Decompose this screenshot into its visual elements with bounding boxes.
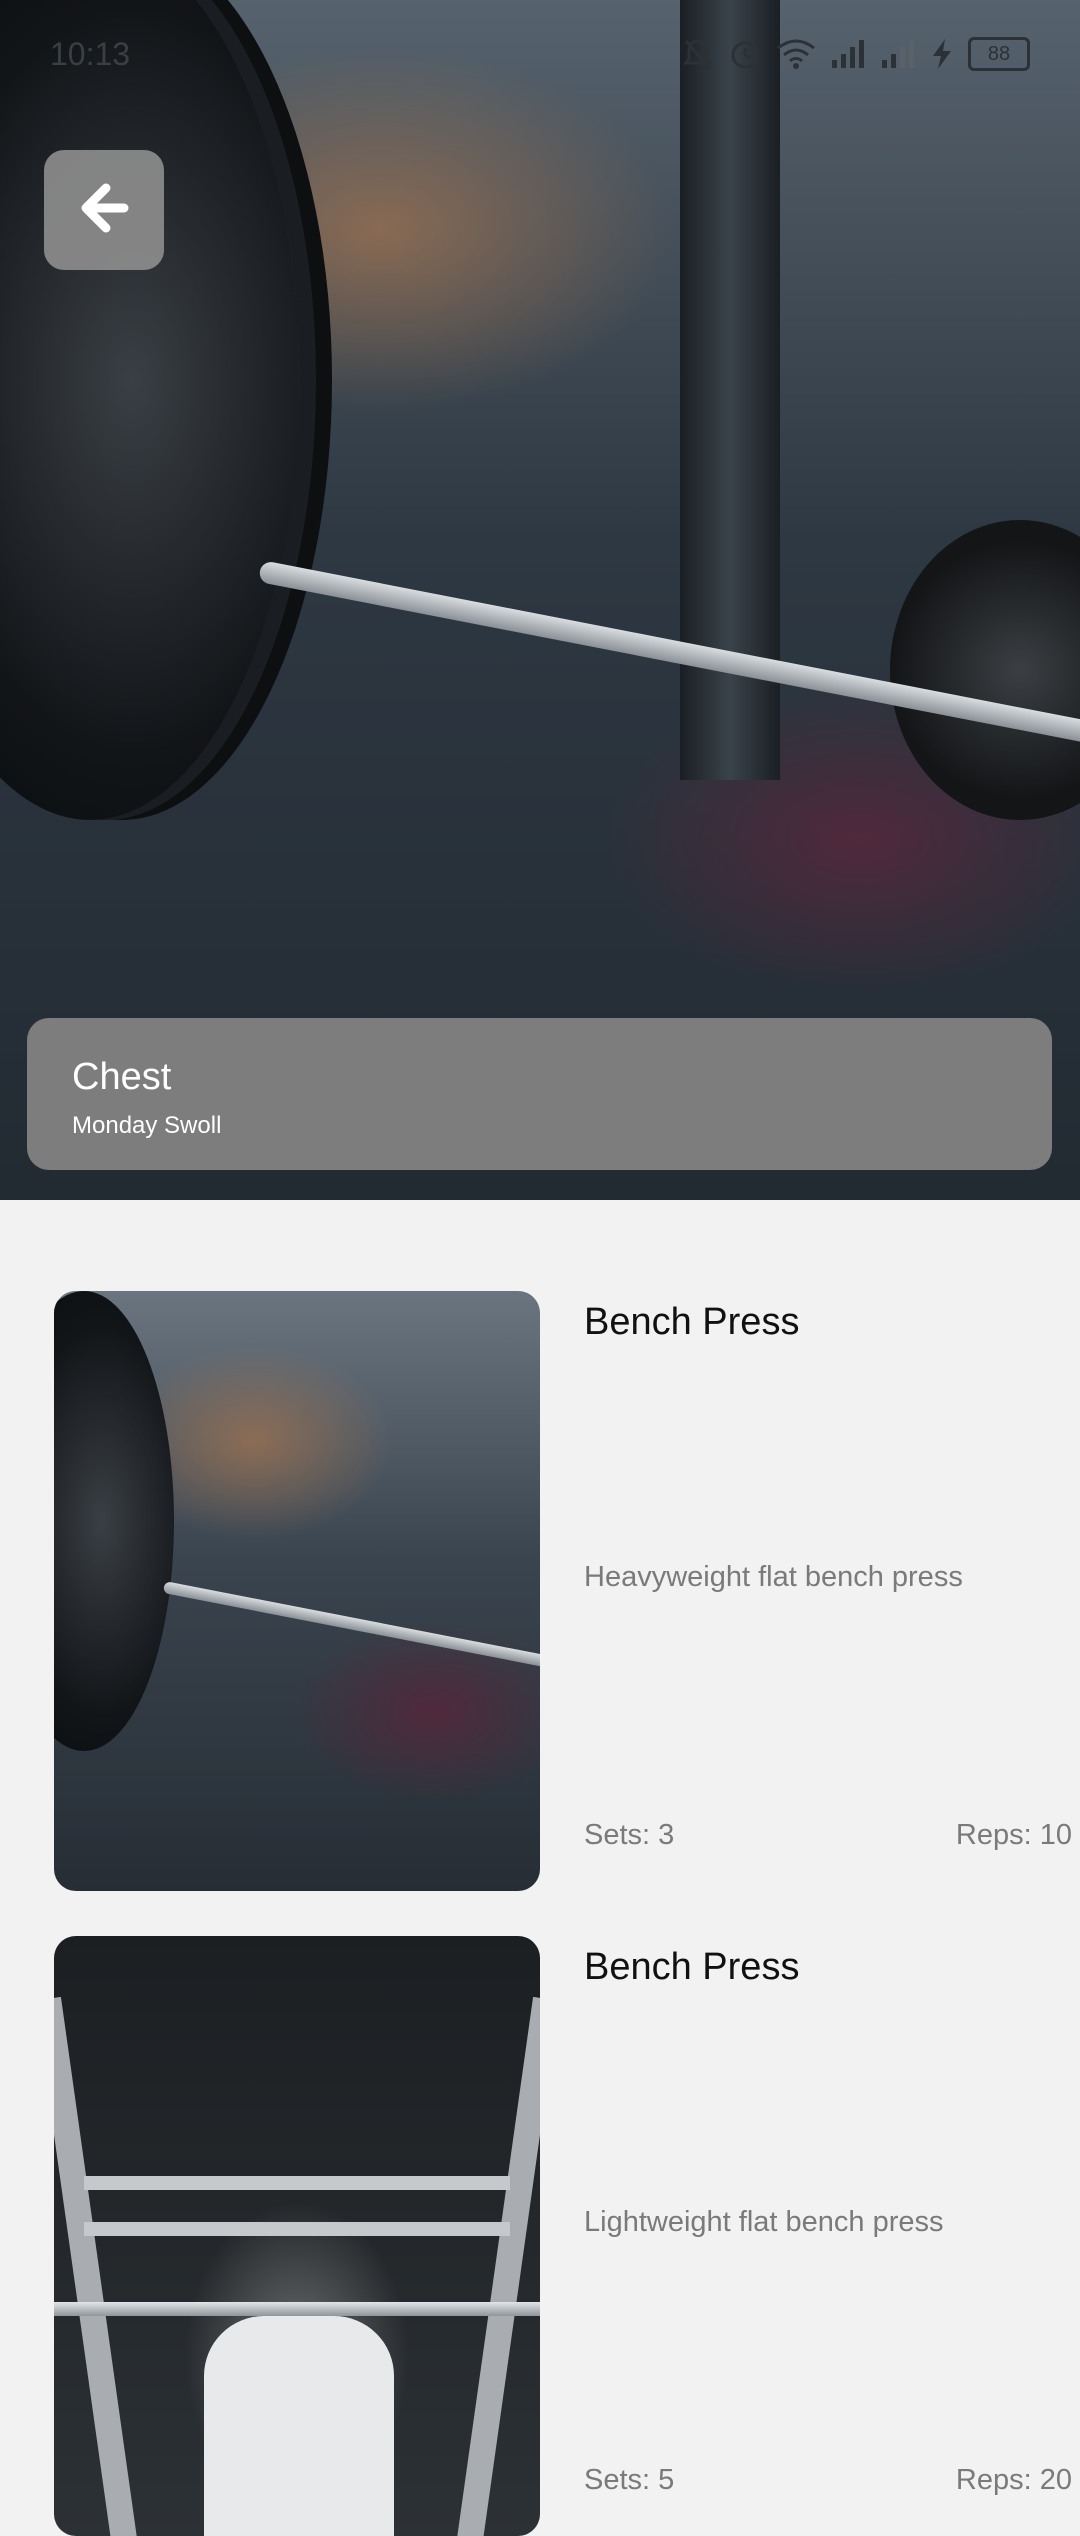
exercise-rack-shape xyxy=(455,1996,540,2536)
workout-title: Chest xyxy=(72,1056,172,1098)
wifi-icon xyxy=(776,38,816,70)
exercise-rack-shape xyxy=(54,1996,139,2536)
exercise-reps: Reps: 20 xyxy=(955,2464,1072,2496)
exercise-item[interactable]: Bench Press Lightweight flat bench press… xyxy=(0,1936,1080,2536)
exercise-name: Bench Press xyxy=(584,1946,800,1988)
exercise-description: Lightweight flat bench press xyxy=(584,2206,944,2238)
mute-icon xyxy=(682,37,714,71)
back-button[interactable] xyxy=(44,150,164,270)
charging-icon xyxy=(930,37,954,71)
exercise-rack-shape xyxy=(84,2222,510,2236)
exercise-reps: Reps: 10 xyxy=(955,1819,1072,1851)
exercise-rack-shape xyxy=(84,2176,510,2190)
workout-title-card: Chest Monday Swoll xyxy=(27,1018,1052,1170)
exercise-image xyxy=(54,1291,540,1891)
arrow-left-icon xyxy=(78,182,130,239)
status-time: 10:13 xyxy=(50,36,131,72)
exercise-sets: Sets: 5 xyxy=(584,2464,675,2496)
workout-subtitle: Monday Swoll xyxy=(72,1112,222,1139)
signal-icon xyxy=(830,38,866,70)
hero-plate-shape xyxy=(0,0,300,820)
exercise-description: Heavyweight flat bench press xyxy=(584,1561,963,1593)
exercise-name: Bench Press xyxy=(584,1301,800,1343)
exercise-barbell-shape xyxy=(162,1581,540,1674)
exercise-image xyxy=(54,1936,540,2536)
battery-icon: 88 xyxy=(968,37,1030,71)
exercise-sets: Sets: 3 xyxy=(584,1819,675,1851)
hero-plate-shape xyxy=(890,520,1080,820)
exercise-person-shape xyxy=(204,2316,394,2536)
exercise-plate-shape xyxy=(54,1291,174,1751)
status-bar: 10:13 88 xyxy=(0,0,1080,110)
exercise-barbell-shape xyxy=(54,2302,540,2316)
exercise-item[interactable]: Bench Press Heavyweight flat bench press… xyxy=(0,1291,1080,1891)
status-icons: 88 xyxy=(682,34,1030,74)
alarm-icon xyxy=(728,37,762,71)
signal-icon xyxy=(880,38,916,70)
